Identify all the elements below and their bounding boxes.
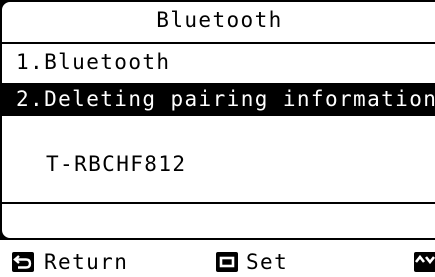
return-arrow-icon[interactable] bbox=[12, 252, 34, 272]
content-divider bbox=[2, 202, 435, 204]
paired-device-name: T-RBCHF812 bbox=[46, 152, 187, 176]
screen-title: Bluetooth bbox=[156, 8, 283, 32]
menu-item-deleting-pairing-information[interactable]: 2.Deleting pairing information bbox=[2, 83, 435, 116]
display-panel: Bluetooth 1.Bluetooth 2.Deleting pairing… bbox=[0, 0, 435, 240]
menu-item-label: 2.Deleting pairing information bbox=[16, 87, 435, 111]
up-down-arrows-icon[interactable] bbox=[414, 252, 435, 272]
title-divider bbox=[2, 42, 435, 44]
set-square-icon[interactable] bbox=[216, 252, 238, 272]
set-label: Set bbox=[246, 250, 289, 274]
footer-bar: Return Set bbox=[0, 240, 435, 277]
remote-controller-screen: Bluetooth 1.Bluetooth 2.Deleting pairing… bbox=[0, 0, 435, 277]
return-label: Return bbox=[44, 250, 129, 274]
menu-item-bluetooth[interactable]: 1.Bluetooth bbox=[16, 52, 170, 73]
